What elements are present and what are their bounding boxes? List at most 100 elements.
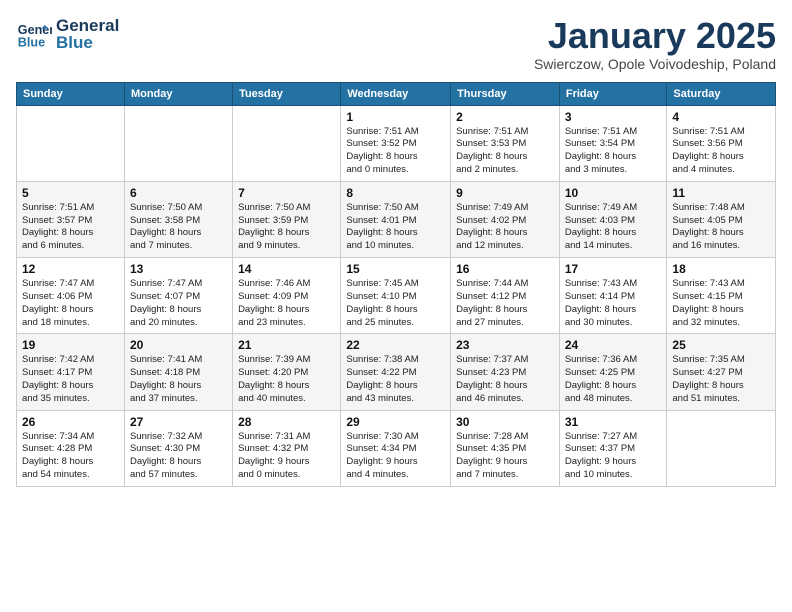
calendar-week-1: 1Sunrise: 7:51 AM Sunset: 3:52 PM Daylig… <box>17 105 776 181</box>
calendar-cell: 3 Sunrise: 7:51 AM Sunset: 3:54 PM Daylig… <box>559 105 667 181</box>
calendar-week-2: 5 Sunrise: 7:51 AM Sunset: 3:57 PM Daylig… <box>17 181 776 257</box>
calendar-cell: 9 Sunrise: 7:49 AM Sunset: 4:02 PM Daylig… <box>451 181 560 257</box>
weekday-header-sunday: Sunday <box>17 82 125 105</box>
day-content: Sunrise: 7:49 AM Sunset: 4:03 PM Dayligh… <box>565 202 662 253</box>
calendar-cell: 20 Sunrise: 7:41 AM Sunset: 4:18 PM Dayli… <box>124 334 232 410</box>
day-number: 3 <box>565 110 662 124</box>
day-number: 27 <box>130 415 227 429</box>
day-number: 22 <box>346 338 445 352</box>
day-content: Sunrise: 7:47 AM Sunset: 4:07 PM Dayligh… <box>130 278 227 329</box>
day-number: 16 <box>456 262 554 276</box>
calendar-cell: 17 Sunrise: 7:43 AM Sunset: 4:14 PM Dayli… <box>559 258 667 334</box>
day-content: Sunrise: 7:45 AM Sunset: 4:10 PM Dayligh… <box>346 278 445 329</box>
day-content: Sunrise: 7:32 AM Sunset: 4:30 PM Dayligh… <box>130 431 227 482</box>
day-number: 2 <box>456 110 554 124</box>
day-number: 20 <box>130 338 227 352</box>
weekday-header-monday: Monday <box>124 82 232 105</box>
calendar-header: SundayMondayTuesdayWednesdayThursdayFrid… <box>17 82 776 105</box>
day-content: Sunrise: 7:44 AM Sunset: 4:12 PM Dayligh… <box>456 278 554 329</box>
day-number: 4 <box>672 110 770 124</box>
day-number: 18 <box>672 262 770 276</box>
calendar-cell: 12 Sunrise: 7:47 AM Sunset: 4:06 PM Dayli… <box>17 258 125 334</box>
weekday-header-tuesday: Tuesday <box>233 82 341 105</box>
day-content: Sunrise: 7:47 AM Sunset: 4:06 PM Dayligh… <box>22 278 119 329</box>
day-number: 15 <box>346 262 445 276</box>
calendar-cell: 6Sunrise: 7:50 AM Sunset: 3:58 PM Daylig… <box>124 181 232 257</box>
calendar-table: SundayMondayTuesdayWednesdayThursdayFrid… <box>16 82 776 487</box>
day-content: Sunrise: 7:28 AM Sunset: 4:35 PM Dayligh… <box>456 431 554 482</box>
calendar-cell: 23 Sunrise: 7:37 AM Sunset: 4:23 PM Dayli… <box>451 334 560 410</box>
day-content: Sunrise: 7:35 AM Sunset: 4:27 PM Dayligh… <box>672 354 770 405</box>
day-content: Sunrise: 7:49 AM Sunset: 4:02 PM Dayligh… <box>456 202 554 253</box>
day-number: 10 <box>565 186 662 200</box>
calendar-cell: 7 Sunrise: 7:50 AM Sunset: 3:59 PM Daylig… <box>233 181 341 257</box>
day-number: 19 <box>22 338 119 352</box>
calendar-cell: 1Sunrise: 7:51 AM Sunset: 3:52 PM Daylig… <box>341 105 451 181</box>
calendar-cell: 4 Sunrise: 7:51 AM Sunset: 3:56 PM Daylig… <box>667 105 776 181</box>
day-number: 21 <box>238 338 335 352</box>
logo-text: General Blue <box>56 17 119 51</box>
calendar-cell: 15 Sunrise: 7:45 AM Sunset: 4:10 PM Dayli… <box>341 258 451 334</box>
calendar-cell: 27 Sunrise: 7:32 AM Sunset: 4:30 PM Dayli… <box>124 410 232 486</box>
day-content: Sunrise: 7:31 AM Sunset: 4:32 PM Dayligh… <box>238 431 335 482</box>
day-number: 17 <box>565 262 662 276</box>
day-number: 23 <box>456 338 554 352</box>
day-content: Sunrise: 7:51 AM Sunset: 3:54 PM Dayligh… <box>565 126 662 177</box>
calendar-week-4: 19Sunrise: 7:42 AM Sunset: 4:17 PM Dayli… <box>17 334 776 410</box>
day-content: Sunrise: 7:48 AM Sunset: 4:05 PM Dayligh… <box>672 202 770 253</box>
day-number: 13 <box>130 262 227 276</box>
day-content: Sunrise: 7:36 AM Sunset: 4:25 PM Dayligh… <box>565 354 662 405</box>
day-number: 7 <box>238 186 335 200</box>
day-content: Sunrise: 7:30 AM Sunset: 4:34 PM Dayligh… <box>346 431 445 482</box>
weekday-header-saturday: Saturday <box>667 82 776 105</box>
calendar-cell: 5 Sunrise: 7:51 AM Sunset: 3:57 PM Daylig… <box>17 181 125 257</box>
calendar-cell: 10 Sunrise: 7:49 AM Sunset: 4:03 PM Dayli… <box>559 181 667 257</box>
day-number: 6 <box>130 186 227 200</box>
calendar-cell: 31 Sunrise: 7:27 AM Sunset: 4:37 PM Dayli… <box>559 410 667 486</box>
day-number: 31 <box>565 415 662 429</box>
page-header: General Blue General Blue January 2025 S… <box>16 16 776 72</box>
day-content: Sunrise: 7:43 AM Sunset: 4:15 PM Dayligh… <box>672 278 770 329</box>
calendar-cell: 14Sunrise: 7:46 AM Sunset: 4:09 PM Dayli… <box>233 258 341 334</box>
location-subtitle: Swierczow, Opole Voivodeship, Poland <box>534 56 776 72</box>
day-number: 8 <box>346 186 445 200</box>
day-content: Sunrise: 7:51 AM Sunset: 3:56 PM Dayligh… <box>672 126 770 177</box>
calendar-cell: 24 Sunrise: 7:36 AM Sunset: 4:25 PM Dayli… <box>559 334 667 410</box>
day-number: 9 <box>456 186 554 200</box>
day-content: Sunrise: 7:27 AM Sunset: 4:37 PM Dayligh… <box>565 431 662 482</box>
calendar-week-5: 26Sunrise: 7:34 AM Sunset: 4:28 PM Dayli… <box>17 410 776 486</box>
calendar-cell: 13 Sunrise: 7:47 AM Sunset: 4:07 PM Dayli… <box>124 258 232 334</box>
day-content: Sunrise: 7:43 AM Sunset: 4:14 PM Dayligh… <box>565 278 662 329</box>
calendar-cell: 21 Sunrise: 7:39 AM Sunset: 4:20 PM Dayli… <box>233 334 341 410</box>
calendar-cell: 22Sunrise: 7:38 AM Sunset: 4:22 PM Dayli… <box>341 334 451 410</box>
calendar-cell: 28Sunrise: 7:31 AM Sunset: 4:32 PM Dayli… <box>233 410 341 486</box>
day-content: Sunrise: 7:34 AM Sunset: 4:28 PM Dayligh… <box>22 431 119 482</box>
calendar-cell: 2Sunrise: 7:51 AM Sunset: 3:53 PM Daylig… <box>451 105 560 181</box>
logo-icon: General Blue <box>16 16 52 52</box>
day-number: 1 <box>346 110 445 124</box>
month-title: January 2025 <box>534 16 776 56</box>
calendar-cell: 16 Sunrise: 7:44 AM Sunset: 4:12 PM Dayli… <box>451 258 560 334</box>
day-content: Sunrise: 7:41 AM Sunset: 4:18 PM Dayligh… <box>130 354 227 405</box>
calendar-body: 1Sunrise: 7:51 AM Sunset: 3:52 PM Daylig… <box>17 105 776 486</box>
calendar-cell <box>17 105 125 181</box>
day-number: 24 <box>565 338 662 352</box>
day-content: Sunrise: 7:39 AM Sunset: 4:20 PM Dayligh… <box>238 354 335 405</box>
day-number: 14 <box>238 262 335 276</box>
svg-text:Blue: Blue <box>18 36 45 50</box>
logo: General Blue General Blue <box>16 16 119 52</box>
calendar-cell: 26Sunrise: 7:34 AM Sunset: 4:28 PM Dayli… <box>17 410 125 486</box>
day-content: Sunrise: 7:50 AM Sunset: 3:59 PM Dayligh… <box>238 202 335 253</box>
calendar-cell: 30Sunrise: 7:28 AM Sunset: 4:35 PM Dayli… <box>451 410 560 486</box>
weekday-header-friday: Friday <box>559 82 667 105</box>
day-number: 11 <box>672 186 770 200</box>
calendar-cell: 19Sunrise: 7:42 AM Sunset: 4:17 PM Dayli… <box>17 334 125 410</box>
day-number: 5 <box>22 186 119 200</box>
calendar-cell: 11 Sunrise: 7:48 AM Sunset: 4:05 PM Dayli… <box>667 181 776 257</box>
day-number: 12 <box>22 262 119 276</box>
calendar-week-3: 12 Sunrise: 7:47 AM Sunset: 4:06 PM Dayli… <box>17 258 776 334</box>
calendar-cell <box>667 410 776 486</box>
day-content: Sunrise: 7:51 AM Sunset: 3:57 PM Dayligh… <box>22 202 119 253</box>
logo-general: General <box>56 17 119 34</box>
day-content: Sunrise: 7:37 AM Sunset: 4:23 PM Dayligh… <box>456 354 554 405</box>
